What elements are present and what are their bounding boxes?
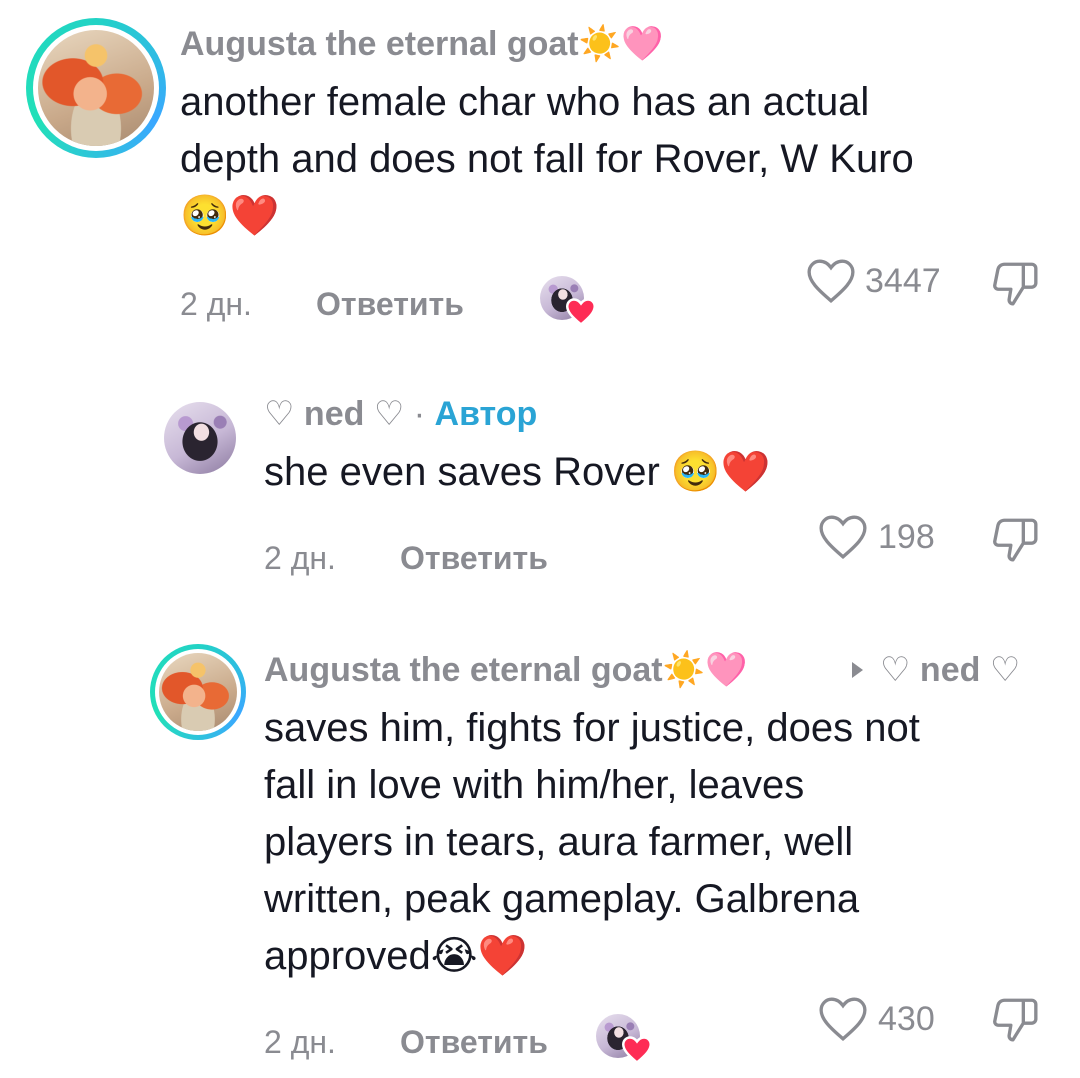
creator-liked-heart-icon — [566, 298, 596, 326]
reply-button[interactable]: Ответить — [400, 1024, 548, 1061]
commenter-avatar[interactable] — [38, 30, 154, 146]
like-count: 198 — [878, 518, 935, 556]
heart-outline-icon[interactable] — [818, 514, 868, 560]
comment-time: 2 дн. — [264, 540, 336, 576]
creator-liked-badge — [596, 1014, 656, 1066]
comment-text: saves him, fights for justice, does not … — [264, 700, 1064, 985]
creator-liked-badge — [540, 276, 600, 328]
comment-text-line: fall in love with him/her, leaves — [264, 763, 805, 807]
like-count: 3447 — [865, 262, 941, 300]
author-tag: Автор — [434, 395, 538, 433]
comment-text: she even saves Rover 🥹❤️ — [264, 450, 771, 494]
comment-text-line: depth and does not fall for Rover, W Kur… — [180, 137, 914, 181]
reply-arrow-icon — [852, 662, 863, 678]
heart-outline-icon[interactable] — [818, 996, 868, 1042]
comment-text-line: players in tears, aura farmer, well — [264, 820, 854, 864]
commenter-avatar-ring[interactable] — [150, 644, 246, 740]
reply-button[interactable]: Ответить — [400, 540, 548, 577]
creator-liked-heart-icon — [622, 1036, 652, 1064]
commenter-username[interactable]: Augusta the eternal goat☀️🩷 — [264, 650, 747, 690]
reply-button[interactable]: Ответить — [316, 286, 464, 323]
comment-text-line: written, peak gameplay. Galbrena — [264, 877, 860, 921]
comment-text-line: saves him, fights for justice, does not — [264, 706, 920, 750]
dislike-icon[interactable] — [990, 260, 1040, 306]
separator-dot: · — [413, 395, 426, 433]
author-avatar[interactable] — [164, 402, 236, 474]
comment-text-line: approved😭❤️ — [264, 934, 528, 978]
author-username-line: ♡ ned ♡ · Автор — [264, 394, 537, 434]
reply-to-username[interactable]: ♡ ned ♡ — [880, 650, 1020, 690]
comment-text-line: 🥹❤️ — [180, 194, 280, 238]
comment-time: 2 дн. — [264, 1024, 336, 1060]
dislike-icon[interactable] — [990, 996, 1040, 1042]
heart-outline-icon[interactable] — [806, 258, 856, 304]
comment-text: another female char who has an actual de… — [180, 74, 1060, 245]
like-count: 430 — [878, 1000, 935, 1038]
commenter-username[interactable]: Augusta the eternal goat☀️🩷 — [180, 24, 663, 64]
comment-time: 2 дн. — [180, 286, 252, 322]
commenter-avatar[interactable] — [159, 653, 237, 731]
author-username[interactable]: ♡ ned ♡ — [264, 395, 404, 433]
dislike-icon[interactable] — [990, 516, 1040, 562]
commenter-avatar-ring[interactable] — [26, 18, 166, 158]
comment-text-line: another female char who has an actual — [180, 80, 870, 124]
